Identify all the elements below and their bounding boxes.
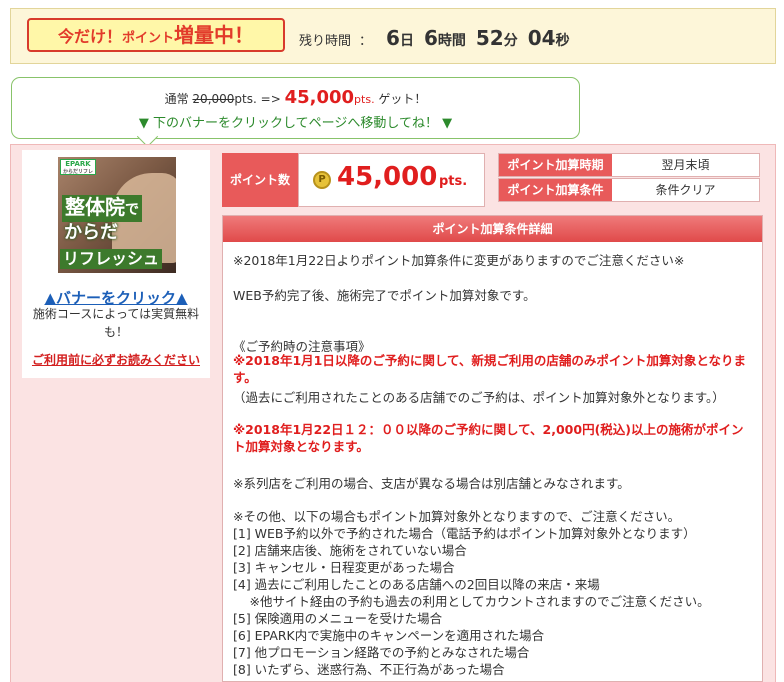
remaining-separator: ： [359, 34, 373, 49]
banner-line-1: 整体院で [62, 195, 142, 222]
free-note: 施術コースによっては実質無料も！ [32, 307, 200, 339]
normal-label: 通常 [164, 92, 189, 106]
exclusion-item: [8] いたずら、迷惑行為、不正行為があった場合 [233, 662, 505, 677]
banner-line-1-main: 整体院 [65, 195, 125, 219]
info-header: ポイント加算時期 [499, 154, 612, 176]
points-value: 45,000 [337, 162, 438, 192]
point-info-table: ポイント加算時期 翌月末頃 ポイント加算条件 条件クリア [498, 153, 760, 203]
banner-card: EPARK からだリフレ 整体院で からだ リフレッシュ [22, 150, 210, 378]
read-before-use-link[interactable]: ご利用前に必ずお読みください [22, 351, 210, 368]
info-header: ポイント加算条件 [499, 179, 612, 201]
banner-line-2: からだ [64, 222, 118, 243]
old-points-unit: pts. [234, 92, 257, 106]
detail-title: ポイント加算条件詳細 [223, 216, 762, 242]
instruction-text: ▼ 下のバナーをクリックしてページへ移動してね！ ▼ [138, 116, 453, 131]
info-row-condition: ポイント加算条件 条件クリア [498, 178, 760, 202]
campaign-banner: 今だけ！ポイント増量中！ 残り時間： 6日 6時間 52分 04秒 [10, 8, 776, 64]
condition-detail-panel: ポイント加算条件詳細 ※2018年1月22日よりポイント加算条件に変更があります… [222, 215, 763, 682]
points-label: ポイント数 [222, 153, 298, 207]
days-value: 6 [386, 26, 400, 50]
speech-bubble: 通常 20,000pts. => 45,000pts. ゲット！ ▼ 下のバナー… [11, 77, 580, 139]
old-points: 20,000 [192, 92, 235, 106]
change-notice: ※2018年1月22日よりポイント加算条件に変更がありますのでご注意ください※ [233, 253, 685, 268]
hours-value: 6 [423, 26, 438, 50]
points-unit: pts. [439, 174, 468, 189]
point-coin-icon: P [313, 171, 331, 189]
banner-line-1-small: で [125, 202, 139, 218]
minutes-unit: 分 [503, 33, 518, 49]
shop-banner[interactable]: EPARK からだリフレ 整体院で からだ リフレッシュ [58, 157, 176, 273]
info-value: 翌月末頃 [661, 158, 710, 172]
badge-text-1: 今だけ！ [57, 27, 122, 46]
epark-logo: EPARK からだリフレ [60, 159, 96, 175]
points-value-box: P 45,000 pts. [298, 153, 485, 207]
campaign-badge: 今だけ！ポイント増量中！ [27, 18, 285, 52]
info-row-timing: ポイント加算時期 翌月末頃 [498, 153, 760, 177]
get-text: ゲット！ [378, 92, 427, 106]
remaining-time: 残り時間： 6日 6時間 52分 04秒 [299, 21, 580, 55]
days-unit: 日 [399, 33, 414, 49]
new-store-rule: ※2018年1月1日以降のご予約に関して、新規ご利用の店舗のみポイント加算対象と… [233, 353, 746, 385]
badge-text-3: 増量中！ [174, 23, 255, 47]
remaining-label: 残り時間 [299, 34, 352, 49]
web-condition: WEB予約完了後、施術完了でポイント加算対象です。 [233, 288, 536, 303]
badge-text-2: ポイント [122, 31, 175, 46]
seconds-value: 04 [527, 26, 556, 50]
info-value: 条件クリア [655, 183, 716, 197]
banner-line-3: リフレッシュ [60, 249, 163, 269]
arrow: => [260, 92, 281, 106]
branch-note: ※系列店をご利用の場合、支店が異なる場合は別店舗とみなされます。 [233, 476, 630, 491]
seconds-unit: 秒 [555, 33, 570, 49]
hours-unit: 時間 [437, 33, 466, 49]
past-store-note: （過去にご利用されたことのある店舗でのご予約は、ポイント加算対象外となります。） [233, 390, 725, 405]
epark-logo-sub: からだリフレ [62, 169, 93, 175]
minutes-value: 52 [475, 26, 504, 50]
points-compare: 通常 20,000pts. => 45,000pts. ゲット！ [12, 87, 579, 108]
new-points: 45,000 [284, 87, 355, 108]
new-points-unit: pts. [354, 93, 375, 106]
min-price-rule: ※2018年1月22日１２：００以降のご予約に関して、2,000円(税込)以上の… [233, 422, 744, 454]
epark-logo-text: EPARK [65, 160, 91, 168]
